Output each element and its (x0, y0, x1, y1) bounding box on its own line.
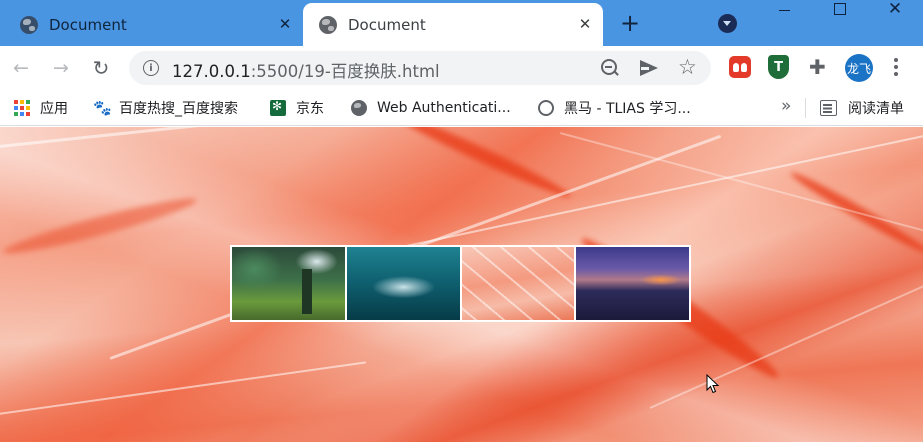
bookmarks-overflow-icon[interactable]: » (781, 96, 791, 116)
tab-title: Document (49, 15, 127, 34)
extensions-puzzle-icon[interactable]: ✚ (809, 55, 831, 79)
baidu-paw-icon: 🐾 (93, 99, 112, 117)
apps-grid-icon (14, 100, 30, 116)
github-cat-icon (538, 100, 554, 116)
bookmarks-divider (805, 98, 806, 118)
url-path: :5500/19-百度换肤.html (250, 62, 440, 81)
close-tab-icon[interactable]: ✕ (575, 14, 595, 34)
mouse-cursor-icon (706, 374, 720, 394)
minimize-button[interactable] (761, 0, 807, 26)
close-window-button[interactable]: ✕ (872, 0, 918, 22)
reading-list-button[interactable]: 阅读清单 (820, 96, 904, 120)
send-to-devices-icon[interactable] (640, 60, 658, 76)
tab-search-icon[interactable] (718, 14, 737, 33)
extension-shield-icon[interactable]: T (768, 55, 789, 79)
bookmark-jd[interactable]: 京东 (270, 96, 324, 120)
tab-strip: Document ✕ Document ✕ + ✕ (0, 0, 923, 46)
bookmark-label: 黑马 - TLIAS 学习... (564, 101, 691, 117)
browser-toolbar: ← → ↻ i 127.0.0.1:5500/19-百度换肤.html ☆ T … (0, 46, 923, 90)
reload-button[interactable]: ↻ (87, 54, 115, 82)
tab-document-1[interactable]: Document ✕ (0, 3, 303, 46)
jd-icon (270, 99, 286, 116)
url-host: 127.0.0.1 (172, 62, 251, 81)
skin-thumbnail-purple-sunset[interactable] (576, 247, 689, 320)
skin-thumbnail-forest-waterfall[interactable] (232, 247, 345, 320)
site-info-icon[interactable]: i (143, 60, 159, 76)
bookmark-label: Web Authenticati... (377, 100, 511, 116)
bookmark-baidu[interactable]: 🐾 百度热搜_百度搜索 (93, 96, 238, 120)
bookmark-web-authentication[interactable]: Web Authenticati... (351, 96, 511, 120)
new-tab-button[interactable]: + (617, 11, 643, 37)
tab-document-2[interactable]: Document ✕ (303, 3, 603, 46)
forward-button[interactable]: → (47, 54, 75, 82)
back-button[interactable]: ← (7, 54, 35, 82)
bookmark-label: 京东 (296, 101, 324, 117)
bookmark-apps[interactable]: 应用 (14, 96, 68, 120)
globe-icon (319, 15, 337, 34)
maximize-button[interactable] (817, 0, 863, 26)
reading-list-label: 阅读清单 (848, 101, 904, 117)
bookmark-label: 应用 (40, 101, 68, 117)
bookmarks-bar: 应用 🐾 百度热搜_百度搜索 京东 Web Authenticati... 黑马… (0, 90, 923, 126)
page-background (0, 127, 923, 442)
address-bar[interactable]: i 127.0.0.1:5500/19-百度换肤.html ☆ (129, 51, 711, 85)
tab-title: Document (348, 15, 426, 34)
more-menu-icon[interactable] (893, 58, 899, 78)
skin-thumbnail-ocean-wave[interactable] (346, 247, 460, 320)
bookmark-star-icon[interactable]: ☆ (678, 55, 697, 79)
bookmark-tlias[interactable]: 黑马 - TLIAS 学习... (538, 96, 691, 120)
skin-thumbnail-bar (230, 245, 691, 322)
zoom-icon[interactable] (600, 58, 620, 78)
url-text[interactable]: 127.0.0.1:5500/19-百度换肤.html (172, 58, 440, 82)
reading-list-icon (820, 100, 837, 116)
skin-thumbnail-flamingo-feather[interactable] (461, 247, 575, 320)
bookmark-label: 百度热搜_百度搜索 (119, 101, 238, 117)
profile-avatar[interactable]: 龙飞 (845, 54, 873, 82)
close-tab-icon[interactable]: ✕ (275, 14, 295, 34)
globe-icon (20, 15, 38, 34)
globe-icon (351, 100, 367, 116)
extension-red-icon[interactable] (729, 56, 751, 78)
